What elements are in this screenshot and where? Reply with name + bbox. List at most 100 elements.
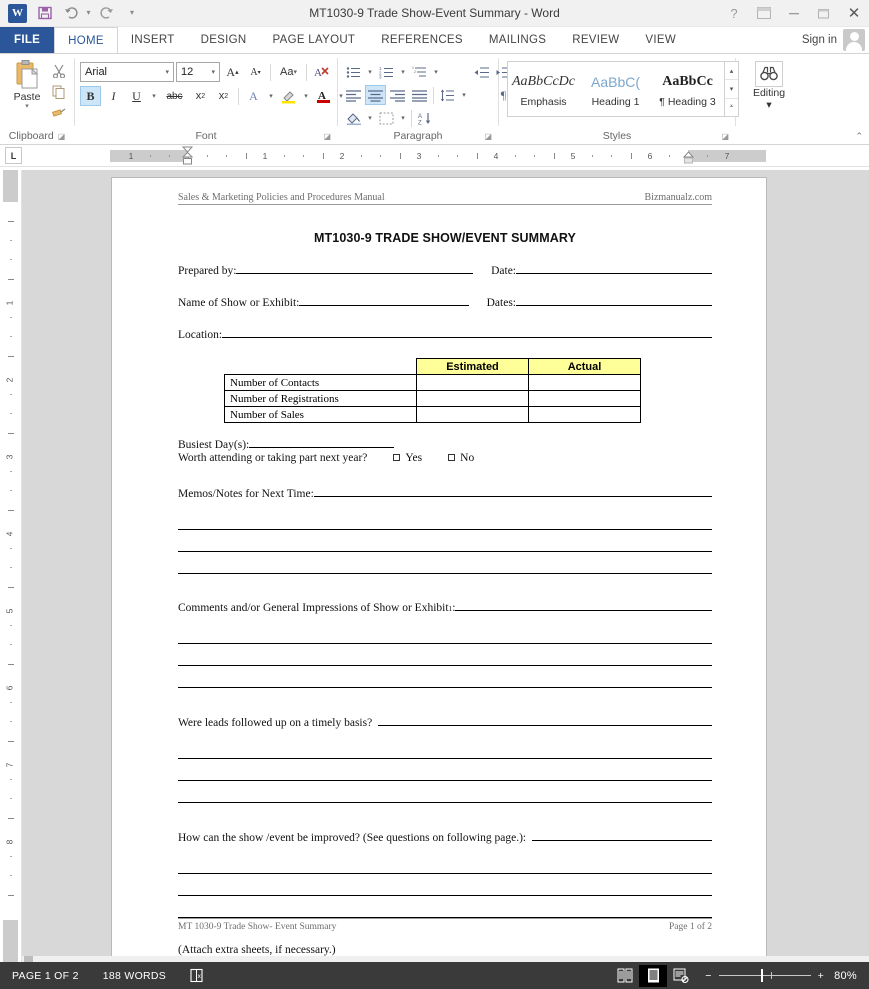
align-left-icon[interactable]: [343, 85, 364, 105]
copy-icon[interactable]: [49, 83, 69, 101]
fill-line[interactable]: [455, 600, 712, 611]
paragraph-dialog-launcher-icon[interactable]: ◪: [484, 132, 492, 141]
read-mode-icon[interactable]: [611, 965, 639, 987]
line-spacing-dropdown-icon[interactable]: ▾: [459, 85, 469, 105]
underline-icon[interactable]: U: [126, 86, 147, 106]
align-right-icon[interactable]: [387, 85, 408, 105]
style-heading-1[interactable]: AaBbC( Heading 1: [580, 62, 652, 116]
field-busiest-day[interactable]: Busiest Day(s):: [178, 437, 712, 451]
restore-icon[interactable]: [809, 0, 839, 26]
bold-icon[interactable]: B: [80, 86, 101, 106]
subscript-icon[interactable]: x2: [190, 86, 211, 106]
text-highlight-dropdown-icon[interactable]: ▾: [301, 86, 311, 106]
undo-dropdown-icon[interactable]: ▾: [84, 2, 93, 24]
bullets-dropdown-icon[interactable]: ▾: [365, 62, 375, 82]
section-prompt-row[interactable]: Comments and/or General Impressions of S…: [178, 600, 712, 614]
metrics-table[interactable]: Estimated Actual Number of Contacts Numb…: [224, 358, 641, 423]
field-worth-attending[interactable]: Worth attending or taking part next year…: [178, 452, 712, 464]
table-row[interactable]: Number of Sales: [224, 406, 641, 423]
table-row[interactable]: Number of Registrations: [224, 390, 641, 407]
fill-line[interactable]: [532, 830, 712, 841]
blank-line[interactable]: [178, 534, 712, 552]
tab-file[interactable]: FILE: [0, 27, 55, 53]
shading-dropdown-icon[interactable]: ▾: [365, 108, 375, 128]
horizontal-ruler[interactable]: L 1 1 2 3 4 5 6 7: [0, 145, 869, 167]
spell-check-icon[interactable]: x: [178, 968, 217, 983]
fill-line[interactable]: [516, 295, 712, 306]
fill-line[interactable]: [222, 327, 712, 338]
blank-line[interactable]: [178, 648, 712, 666]
ruler-scale[interactable]: 1 1 2 3 4 5 6 7: [110, 150, 766, 162]
chevron-down-icon[interactable]: ▾: [211, 68, 215, 76]
redo-icon[interactable]: [93, 2, 119, 24]
collapse-ribbon-icon[interactable]: ⌃: [855, 131, 863, 142]
customize-qat-icon[interactable]: ▾: [119, 2, 145, 24]
status-page-indicator[interactable]: PAGE 1 OF 2: [0, 970, 91, 982]
bullets-icon[interactable]: [343, 62, 364, 82]
minimize-icon[interactable]: [779, 0, 809, 26]
blank-line[interactable]: [178, 626, 712, 644]
zoom-slider[interactable]: [718, 969, 811, 982]
multilevel-dropdown-icon[interactable]: ▾: [431, 62, 441, 82]
zoom-slider-thumb[interactable]: [760, 969, 763, 982]
tab-review[interactable]: REVIEW: [559, 27, 632, 53]
cell-estimated[interactable]: [416, 390, 529, 407]
avatar[interactable]: [843, 29, 865, 51]
cell-estimated[interactable]: [416, 374, 529, 391]
document-canvas[interactable]: Sales & Marketing Policies and Procedure…: [22, 170, 869, 962]
fill-line[interactable]: [236, 263, 474, 274]
tab-mailings[interactable]: MAILINGS: [476, 27, 559, 53]
grow-font-icon[interactable]: A ▴: [222, 62, 243, 82]
checkbox-icon[interactable]: [393, 454, 401, 461]
zoom-out-button[interactable]: −: [705, 970, 711, 982]
strikethrough-icon[interactable]: abc: [161, 86, 188, 106]
shading-icon[interactable]: [343, 108, 364, 128]
section-prompt-row[interactable]: Memos/Notes for Next Time:: [178, 486, 712, 500]
field-location[interactable]: Location:: [178, 327, 712, 341]
blank-line[interactable]: [178, 512, 712, 530]
text-effects-dropdown-icon[interactable]: ▾: [266, 86, 276, 106]
font-size-combo[interactable]: 12 ▾: [176, 62, 220, 82]
underline-dropdown-icon[interactable]: ▾: [149, 86, 159, 106]
italic-icon[interactable]: I: [103, 86, 124, 106]
blank-line[interactable]: [178, 741, 712, 759]
vertical-ruler[interactable]: 1 2 3 4 5 6 7 8: [0, 170, 22, 962]
undo-icon[interactable]: [58, 2, 84, 24]
section-prompt-row[interactable]: Were leads followed up on a timely basis…: [178, 715, 712, 729]
editing-button[interactable]: Editing ▾: [743, 58, 795, 111]
clear-formatting-icon[interactable]: A: [311, 62, 332, 82]
text-effects-icon[interactable]: A: [243, 86, 264, 106]
blank-line[interactable]: [178, 670, 712, 688]
styles-dialog-launcher-icon[interactable]: ◪: [721, 132, 729, 141]
right-indent-marker[interactable]: [682, 151, 695, 169]
line-spacing-icon[interactable]: [437, 85, 458, 105]
save-icon[interactable]: [32, 2, 58, 24]
fill-line[interactable]: [313, 486, 712, 497]
zoom-control[interactable]: − +: [695, 969, 834, 982]
numbering-icon[interactable]: 123: [376, 62, 397, 82]
ribbon-display-options-icon[interactable]: [749, 0, 779, 26]
field-name-of-show[interactable]: Name of Show or Exhibit: Dates:: [178, 295, 712, 309]
change-case-icon[interactable]: Aa ▾: [275, 62, 302, 82]
cell-actual[interactable]: [528, 390, 641, 407]
web-layout-icon[interactable]: [667, 965, 695, 987]
numbering-dropdown-icon[interactable]: ▾: [398, 62, 408, 82]
help-icon[interactable]: ?: [719, 0, 749, 26]
zoom-in-button[interactable]: +: [818, 970, 824, 982]
first-line-indent-marker[interactable]: [181, 146, 194, 170]
borders-dropdown-icon[interactable]: ▾: [398, 108, 408, 128]
quick-access-toolbar[interactable]: W ▾ ▾: [0, 2, 145, 24]
blank-line[interactable]: [178, 900, 712, 918]
font-color-icon[interactable]: A: [313, 86, 334, 106]
tab-page-layout[interactable]: PAGE LAYOUT: [260, 27, 369, 53]
tab-view[interactable]: VIEW: [632, 27, 689, 53]
sort-icon[interactable]: AZ: [415, 108, 436, 128]
shrink-font-icon[interactable]: A ▾: [245, 62, 266, 82]
font-name-combo[interactable]: Arial ▾: [80, 62, 174, 82]
fill-line[interactable]: [249, 437, 395, 448]
tab-selector[interactable]: L: [5, 147, 22, 164]
style-heading-3[interactable]: AaBbCc ¶ Heading 3: [652, 62, 724, 116]
justify-icon[interactable]: [409, 85, 430, 105]
editing-dropdown-icon[interactable]: ▾: [766, 99, 771, 111]
cell-estimated[interactable]: [416, 406, 529, 423]
